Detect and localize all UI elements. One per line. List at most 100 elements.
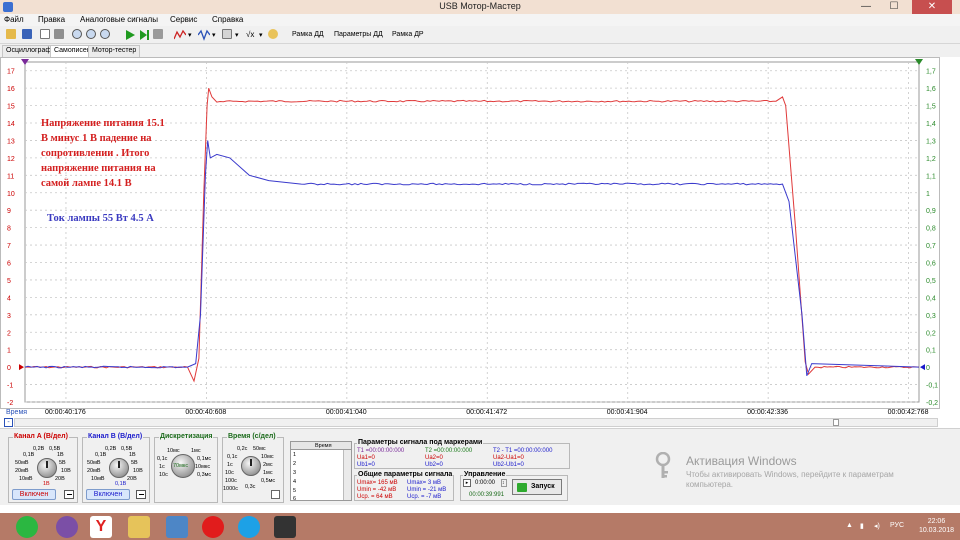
y-left-tick-label: 12: [7, 156, 15, 163]
zoom-in-icon[interactable]: [72, 29, 82, 39]
menu-help[interactable]: Справка: [212, 15, 243, 24]
annotation-current: Ток лампы 55 Вт 4.5 А: [47, 213, 154, 224]
y-left-tick-label: 11: [7, 173, 14, 180]
activation-watermark-title: Активация Windows: [686, 454, 797, 468]
control-time-field[interactable]: 0:00:00: [475, 480, 495, 486]
channel-a-knob[interactable]: [37, 458, 57, 478]
grid-icon[interactable]: [222, 29, 232, 39]
time-axis-label: Время: [6, 409, 28, 416]
marker-row[interactable]: 1: [293, 452, 296, 458]
y-right-tick-label: -0,1: [926, 383, 938, 390]
print-icon[interactable]: [54, 29, 64, 39]
frame-dd-button[interactable]: Рамка ДД: [292, 31, 324, 38]
skype-icon[interactable]: [238, 516, 260, 538]
plot-background: [24, 61, 920, 403]
clock[interactable]: 22:06 10.03.2018: [919, 517, 954, 535]
open-folder-icon[interactable]: [6, 29, 16, 39]
y-left-tick-label: 4: [7, 295, 11, 302]
network-icon[interactable]: [166, 516, 188, 538]
close-button[interactable]: ✕: [912, 0, 952, 14]
y-left-tick-label: 10: [7, 191, 15, 198]
y-right-tick-label: 0,6: [926, 261, 936, 268]
annotation-voltage-line: Напряжение питания 15.1: [41, 118, 165, 129]
tray-volume-icon[interactable]: ◂): [874, 522, 880, 530]
scrollbar-thumb[interactable]: [833, 419, 839, 426]
time-spinner[interactable]: ↕: [501, 479, 507, 487]
start-button[interactable]: Запуск: [512, 479, 562, 495]
y-left-tick-label: 15: [7, 104, 15, 111]
play-small-icon[interactable]: ▸: [463, 479, 471, 487]
chart-svg[interactable]: -2-101234567891011121314151617-0,2-0,100…: [1, 58, 941, 410]
annotation-voltage-line: напряжение питания на: [41, 163, 156, 174]
menu-edit[interactable]: Правка: [38, 15, 65, 24]
taskbar: Y ▲ ▮ ◂) РУС 22:06 10.03.2018: [0, 513, 960, 540]
save-icon[interactable]: [22, 29, 32, 39]
play-icon[interactable]: [126, 30, 135, 40]
sound-icon[interactable]: [268, 29, 278, 39]
frame-dr-button[interactable]: Рамка ДР: [392, 31, 424, 38]
play-step-icon[interactable]: [140, 30, 149, 40]
chart-area[interactable]: -2 -1 0 1 2 3 4 5 6 7 8 9 10 11 12 13 14 15 16 17 -0,2 -0,1 0 0…: [0, 57, 940, 409]
discretization-knob[interactable]: 70мкс: [171, 454, 195, 478]
control-panel: Канал A (В/дел) 0,2В 0,5В 0,1В 1В 5В 50м…: [0, 428, 960, 505]
marker-table[interactable]: Время 1 2 3 4 5 6: [290, 441, 352, 502]
motormaster-icon[interactable]: [274, 516, 296, 538]
stop-icon[interactable]: [153, 29, 163, 39]
params-dd-button[interactable]: Параметры ДД: [334, 31, 383, 38]
channel-b-invert-button[interactable]: [136, 490, 146, 499]
marker-row[interactable]: 5: [293, 488, 296, 494]
channel-b-enable-button[interactable]: Включен: [86, 489, 130, 500]
window-title: USB Мотор-Мастер: [439, 1, 521, 11]
minimize-button[interactable]: —: [852, 0, 880, 14]
channel-b-title: Канал B (В/дел): [87, 433, 144, 440]
menu-analog-signals[interactable]: Аналоговые сигналы: [80, 15, 158, 24]
x-tick-label: 00:00:42:336: [747, 409, 789, 416]
channel-a-invert-button[interactable]: [64, 490, 74, 499]
maximize-button[interactable]: ☐: [880, 0, 908, 14]
toolbar: ▾ ▾ ▾ √x ▾ Рамка ДД Параметры ДД Рамка Д…: [0, 26, 960, 44]
channel-b-knob[interactable]: [109, 458, 129, 478]
waveform-icon[interactable]: [198, 29, 210, 41]
y-left-tick-label: 5: [7, 278, 11, 285]
menu-service[interactable]: Сервис: [170, 15, 197, 24]
tray-arrow-icon[interactable]: ▲: [846, 522, 853, 529]
zoom-out-icon[interactable]: [86, 29, 96, 39]
yandex-icon[interactable]: Y: [90, 516, 112, 538]
scope-marker-icon[interactable]: [174, 29, 186, 41]
zoom-fit-icon[interactable]: [100, 29, 110, 39]
marker-table-scrollbar[interactable]: [343, 450, 351, 500]
x-tick-label: 00:00:40:176: [44, 409, 86, 416]
annotation-voltage: Напряжение питания 15.1 В минус 1 В паде…: [41, 116, 165, 191]
y-left-tick-label: 3: [7, 313, 11, 320]
tray-network-icon[interactable]: ▮: [860, 522, 864, 530]
time-div-knob[interactable]: [241, 456, 261, 476]
channel-a-enable-button[interactable]: Включен: [12, 489, 56, 500]
zoom-out-time-button[interactable]: -: [4, 418, 13, 427]
tab-motor-tester[interactable]: Мотор-тестер: [88, 45, 141, 57]
horizontal-scrollbar[interactable]: [14, 418, 938, 427]
menu-bar: Файл Правка Аналоговые сигналы Сервис Сп…: [0, 14, 960, 26]
whatsapp-icon[interactable]: [16, 516, 38, 538]
y-right-tick-label: 0,7: [926, 243, 936, 250]
marker-row[interactable]: 6: [293, 496, 296, 502]
page-icon[interactable]: [40, 29, 50, 39]
channel-b-group: Канал B (В/дел) 0,2В 0,5В 0,1В 1В 5В 50м…: [82, 433, 150, 503]
tab-oscilloscope[interactable]: Осциллограф: [2, 45, 56, 57]
key-icon: [655, 452, 671, 478]
marker-row[interactable]: 3: [293, 470, 296, 476]
general-params-title: Общие параметры сигнала: [357, 471, 454, 478]
y-right-tick-label: 0,4: [926, 295, 936, 302]
opera-icon[interactable]: [202, 516, 224, 538]
marker-row[interactable]: 4: [293, 479, 296, 485]
x-tick-label: 00:00:41:040: [325, 409, 367, 416]
formula-icon[interactable]: √x: [246, 30, 254, 39]
y-left-tick-label: 6: [7, 261, 11, 268]
viber-icon[interactable]: [56, 516, 78, 538]
marker-row[interactable]: 2: [293, 461, 296, 467]
explorer-icon[interactable]: [128, 516, 150, 538]
language-indicator[interactable]: РУС: [890, 522, 904, 529]
menu-file[interactable]: Файл: [4, 15, 24, 24]
time-div-lock-icon[interactable]: [271, 490, 280, 499]
y-right-tick-label: 0: [926, 365, 930, 372]
y-left-tick-label: 7: [7, 243, 11, 250]
